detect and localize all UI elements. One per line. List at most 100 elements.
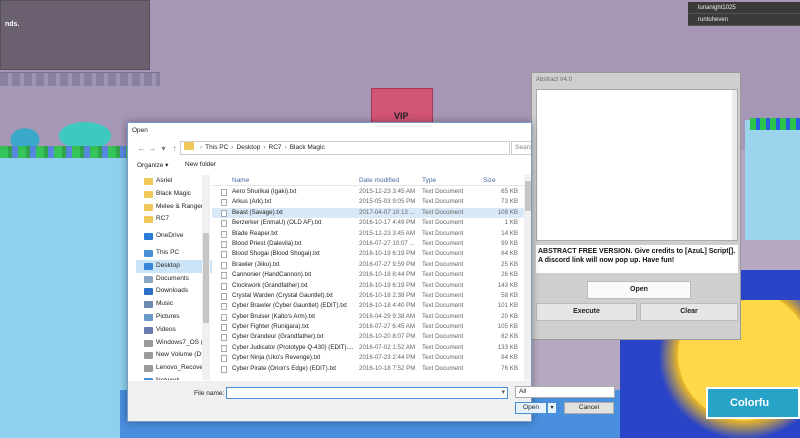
organize-menu[interactable]: Organize ▾	[137, 161, 168, 169]
up-arrow-icon[interactable]: ↑	[169, 143, 180, 155]
nav-item[interactable]: Desktop	[136, 259, 212, 273]
new-folder-button[interactable]: New folder	[185, 161, 216, 168]
breadcrumb-rc7[interactable]: RC7	[269, 144, 282, 151]
sort-ascending-icon: ^	[300, 175, 304, 179]
videos-icon	[144, 326, 153, 334]
file-size: 76 KB	[501, 364, 518, 372]
forward-arrow-icon[interactable]: →	[147, 143, 158, 155]
file-row[interactable]: Berzerker (EnmaU) (OLD AF).txt 2016-10-17…	[212, 218, 524, 228]
abstract-window: Abstract V4.0 ABSTRACT FREE VERSION. Giv…	[531, 72, 741, 340]
file-row[interactable]: Brawler (Jiiku).txt 2016-07-27 9:59 PM Tex…	[212, 260, 524, 270]
file-size: 99 KB	[501, 239, 518, 247]
text-file-icon	[221, 220, 227, 228]
nav-item[interactable]: Melee & Ranged	[136, 201, 212, 214]
script-editor-scrollbar[interactable]	[732, 90, 737, 240]
file-type: Text Document	[422, 239, 464, 247]
leaderboard: lunanight1025 runtoheven	[688, 2, 800, 26]
download-icon	[144, 288, 153, 296]
column-size[interactable]: Size	[483, 177, 496, 184]
file-name: Cyber Ninja (Uko's Revenge).txt	[232, 354, 321, 362]
file-row[interactable]: Cyber Ninja (Uko's Revenge).txt 2016-07-2…	[212, 353, 524, 363]
file-date: 2016-07-23 2:44 PM	[359, 354, 416, 362]
nav-item-label: Melee & Ranged	[156, 202, 205, 210]
file-type-value: All	[519, 388, 527, 395]
nav-item-label: RC7	[156, 215, 170, 223]
scrollbar-thumb[interactable]	[525, 181, 531, 211]
nav-item[interactable]: Network	[136, 375, 212, 380]
nav-item[interactable]: Videos	[136, 324, 212, 337]
dialog-cancel-button[interactable]: Cancel	[564, 402, 614, 414]
breadcrumb-desktop[interactable]: Desktop	[236, 144, 260, 151]
game-chat-panel: nds.	[0, 0, 150, 70]
file-type-select[interactable]: All	[515, 386, 615, 398]
nav-item[interactable]: This PC	[136, 247, 212, 260]
back-arrow-icon[interactable]: ←	[136, 143, 147, 155]
nav-item[interactable]: OneDrive	[136, 230, 212, 243]
nav-item[interactable]: New Volume (D:	[136, 349, 212, 362]
open-dropdown-icon[interactable]: ▾	[547, 402, 557, 414]
breadcrumb-black-magic[interactable]: Black Magic	[290, 144, 325, 151]
nav-item[interactable]: Music	[136, 298, 212, 311]
file-size: 26 KB	[501, 271, 518, 279]
file-size: 14 KB	[501, 229, 518, 237]
file-name: Brawler (Jiiku).txt	[232, 260, 280, 268]
file-row[interactable]: Crystal Warden (Crystal Gauntlet).txt 201…	[212, 291, 524, 301]
nav-item[interactable]: RC7	[136, 213, 212, 226]
game-grass-left	[0, 146, 140, 158]
abstract-open-button[interactable]: Open	[587, 281, 691, 299]
leaderboard-player[interactable]: lunanight1025	[688, 2, 800, 14]
free-version-notice: ABSTRACT FREE VERSION. Give credits to […	[536, 245, 738, 273]
leaderboard-player[interactable]: runtoheven	[688, 14, 800, 26]
file-type: Text Document	[422, 323, 464, 331]
file-rows: Aero Shurikai (Igaki).txt 2015-12-23 3:45…	[212, 187, 524, 374]
file-row[interactable]: Arkus (Ark).txt 2015-05-03 9:05 PM Text Do…	[212, 197, 524, 207]
file-type: Text Document	[422, 333, 464, 341]
file-name: Cyber Fighter (Runigara).txt	[232, 323, 309, 331]
breadcrumb-separator: ›	[200, 144, 203, 151]
colorful-button[interactable]: Colorfu	[706, 387, 800, 419]
nav-item[interactable]: Downloads	[136, 285, 212, 298]
file-row[interactable]: Beast (Savage).txt 2017-04-07 10:13 ... Te…	[212, 207, 524, 219]
filename-input[interactable]	[226, 387, 508, 399]
file-row[interactable]: Cyber Fighter (Runigara).txt 2016-07-27 6…	[212, 322, 524, 332]
text-file-icon	[221, 282, 227, 290]
execute-button[interactable]: Execute	[536, 303, 637, 321]
script-editor[interactable]	[536, 89, 738, 241]
nav-item[interactable]: Asriel	[136, 175, 212, 188]
recent-locations-icon[interactable]: ▾	[158, 143, 169, 155]
nav-item[interactable]: Windows7_OS (C	[136, 337, 212, 350]
file-type: Text Document	[422, 219, 464, 227]
file-row[interactable]: Clockwork (Grandfather).txt 2016-10-19 6:…	[212, 281, 524, 291]
nav-item[interactable]: Pictures	[136, 311, 212, 324]
clear-button[interactable]: Clear	[640, 303, 738, 321]
file-row[interactable]: Cyber Pirate (Orion's Edge) (EDIT).txt 20…	[212, 364, 524, 374]
text-file-icon	[221, 199, 227, 207]
scrollbar-thumb[interactable]	[203, 233, 209, 323]
file-row[interactable]: Cyber Grandeur (Grandfather).txt 2016-10-…	[212, 332, 524, 342]
nav-item[interactable]: Lenovo_Recover	[136, 362, 212, 375]
file-row[interactable]: Blood Priest (Dalevila).txt 2016-07-27 10…	[212, 239, 524, 249]
column-name[interactable]: Name	[232, 177, 249, 184]
file-row[interactable]: Cyber Brawler (Cyber Gauntlet) (EDIT).tx…	[212, 301, 524, 311]
file-list-scrollbar[interactable]	[524, 175, 531, 380]
file-date: 2016-07-27 10:07 ...	[359, 239, 415, 247]
address-bar[interactable]: › This PC › Desktop › RC7 › Black Magic	[180, 141, 510, 155]
file-row[interactable]: Aero Shurikai (Igaki).txt 2015-12-23 3:45…	[212, 187, 524, 197]
column-date-modified[interactable]: Date modified	[359, 177, 399, 184]
game-dashed-bar	[0, 72, 160, 86]
column-type[interactable]: Type	[422, 177, 436, 184]
nav-item[interactable]: Documents	[136, 273, 212, 286]
file-row[interactable]: Cannonier (HandCannon).txt 2016-10-18 8:4…	[212, 270, 524, 280]
navigation-pane-scrollbar[interactable]	[202, 175, 210, 380]
nav-item-label: This PC	[156, 248, 180, 256]
search-input[interactable]: Searc	[511, 141, 531, 155]
file-row[interactable]: Cyber Bruiser (Kalto's Arm).txt 2016-04-2…	[212, 312, 524, 322]
file-row[interactable]: Blade Reaper.txt 2015-12-23 3:45 AM Text D…	[212, 229, 524, 239]
nav-item[interactable]: Black Magic	[136, 188, 212, 201]
file-row[interactable]: Cyber Judicator (Prototype Q-430) (EDIT)…	[212, 343, 524, 353]
file-type: Text Document	[422, 208, 464, 216]
breadcrumb-this-pc[interactable]: This PC	[205, 144, 228, 151]
dialog-open-button[interactable]: Open	[515, 402, 547, 414]
file-row[interactable]: Blood Shogai (Blood Shogai).txt 2016-10-1…	[212, 249, 524, 259]
filename-label: File name:	[194, 390, 225, 397]
